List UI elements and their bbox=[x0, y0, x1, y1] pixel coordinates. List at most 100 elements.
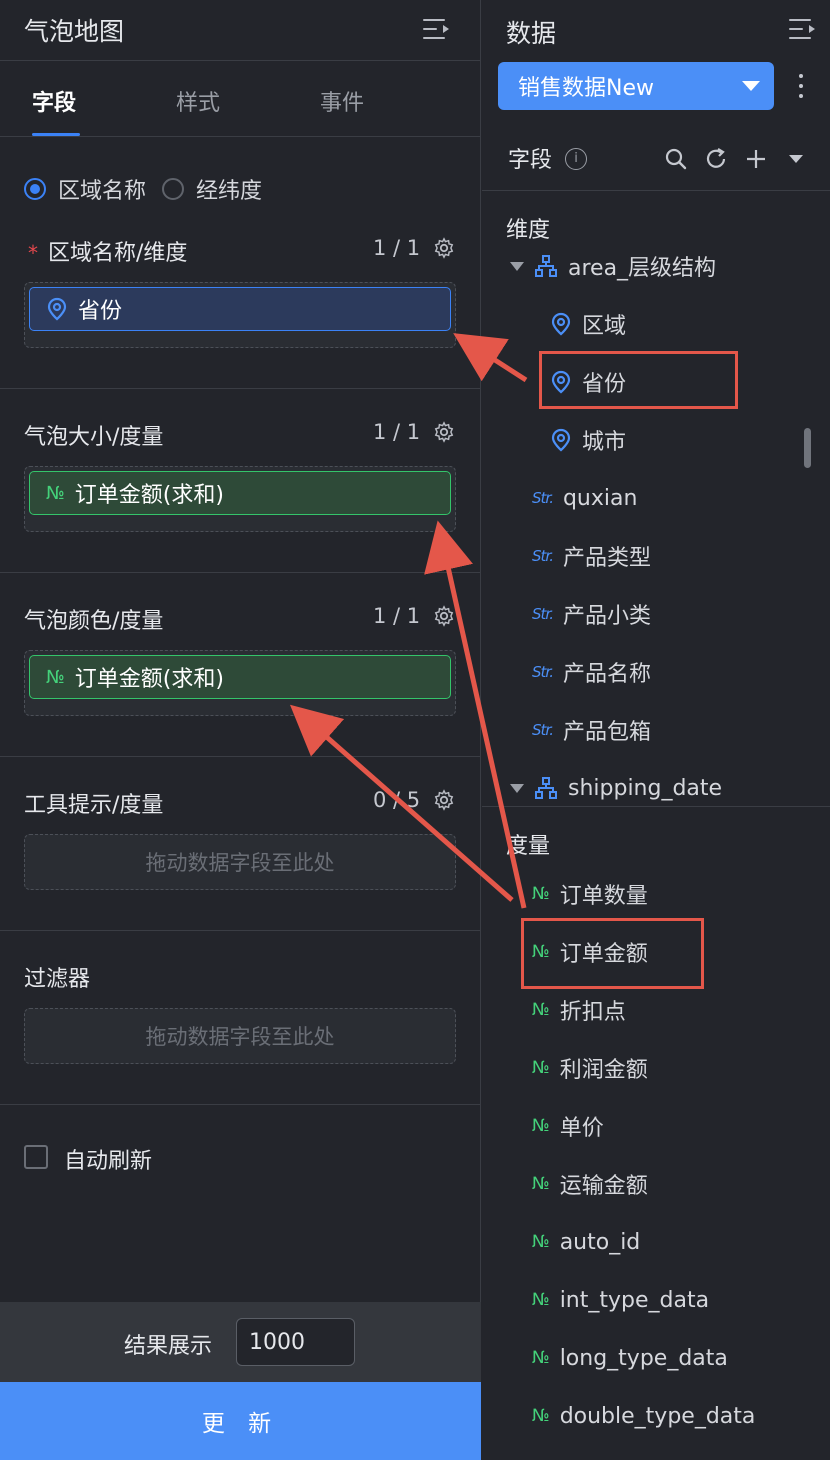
number-type-icon: № bbox=[532, 1348, 550, 1368]
section-bubble-size-label: 气泡大小/度量 bbox=[24, 425, 164, 450]
tree-item-long-type-data[interactable]: № long_type_data bbox=[532, 1338, 728, 1378]
tooltip-dropzone[interactable]: 拖动数据字段至此处 bbox=[24, 834, 456, 890]
auto-refresh-checkbox[interactable] bbox=[24, 1145, 48, 1169]
gear-icon[interactable] bbox=[433, 789, 455, 811]
required-mark: * bbox=[28, 241, 38, 265]
field-pill-label: 订单金额(求和) bbox=[74, 483, 224, 508]
radio-region-name-label: 区域名称 bbox=[58, 179, 147, 204]
tree-item-label: 产品类型 bbox=[562, 546, 651, 571]
gear-icon[interactable] bbox=[433, 237, 455, 259]
number-type-icon: № bbox=[532, 1000, 550, 1020]
tab-bar: 字段 样式 事件 bbox=[0, 60, 481, 137]
tree-item-double-type-data[interactable]: № double_type_data bbox=[532, 1396, 755, 1436]
scrollbar[interactable] bbox=[804, 428, 811, 468]
number-type-icon: № bbox=[532, 1232, 550, 1252]
tree-item-product-subclass[interactable]: Str. 产品小类 bbox=[532, 594, 651, 634]
location-pin-icon bbox=[551, 312, 571, 336]
tree-item-product-box[interactable]: Str. 产品包箱 bbox=[532, 710, 651, 750]
tree-item-shipping-date[interactable]: shipping_date bbox=[510, 768, 722, 808]
string-type-icon: Str. bbox=[532, 721, 554, 739]
tree-item-product-name[interactable]: Str. 产品名称 bbox=[532, 652, 651, 692]
tree-item-label: 产品名称 bbox=[562, 662, 651, 687]
tree-item-city[interactable]: 城市 bbox=[550, 420, 626, 460]
bubble-color-dropzone[interactable]: № 订单金额(求和) bbox=[24, 650, 456, 716]
update-button[interactable]: 更 新 bbox=[0, 1382, 481, 1460]
chevron-down-icon bbox=[742, 81, 760, 91]
tree-item-profit[interactable]: № 利润金额 bbox=[532, 1048, 648, 1088]
divider bbox=[0, 388, 481, 389]
gear-icon[interactable] bbox=[433, 605, 455, 627]
highlight-box-order-amount bbox=[521, 918, 704, 989]
radio-lat-lng[interactable] bbox=[162, 178, 185, 200]
tree-item-quxian[interactable]: Str. quxian bbox=[532, 478, 637, 518]
section-region-count: 1 / 1 bbox=[373, 236, 421, 260]
bubble-size-dropzone[interactable]: № 订单金额(求和) bbox=[24, 466, 456, 532]
number-type-icon: № bbox=[532, 1174, 550, 1194]
string-type-icon: Str. bbox=[532, 489, 554, 507]
tree-item-order-count[interactable]: № 订单数量 bbox=[532, 874, 648, 914]
radio-region-name[interactable] bbox=[24, 178, 46, 200]
location-pin-icon bbox=[47, 297, 67, 321]
region-dropzone[interactable]: 省份 bbox=[24, 282, 456, 348]
tree-item-shipping-amount[interactable]: № 运输金额 bbox=[532, 1164, 648, 1204]
tree-item-label: quxian bbox=[562, 485, 638, 511]
more-options-icon[interactable] bbox=[798, 72, 804, 100]
tree-item-product-type[interactable]: Str. 产品类型 bbox=[532, 536, 651, 576]
divider bbox=[0, 1104, 481, 1105]
tree-item-label: 订单数量 bbox=[559, 884, 648, 909]
refresh-icon[interactable] bbox=[703, 146, 729, 172]
location-type-radio-group: 区域名称 经纬度 bbox=[24, 174, 278, 204]
collapse-panel-icon[interactable] bbox=[423, 17, 451, 43]
tree-item-region[interactable]: 区域 bbox=[550, 304, 626, 344]
tree-item-int-type-data[interactable]: № int_type_data bbox=[532, 1280, 709, 1320]
data-panel-title: 数据 bbox=[506, 19, 557, 48]
tree-item-label: 运输金额 bbox=[559, 1174, 648, 1199]
string-type-icon: Str. bbox=[532, 605, 554, 623]
dimension-group-title: 维度 bbox=[506, 218, 551, 243]
active-tab-indicator bbox=[32, 133, 80, 136]
section-tooltip-label: 工具提示/度量 bbox=[24, 793, 164, 818]
tab-fields[interactable]: 字段 bbox=[32, 85, 76, 117]
tree-item-label: 城市 bbox=[582, 430, 627, 455]
add-icon[interactable] bbox=[743, 146, 769, 172]
tab-events[interactable]: 事件 bbox=[320, 85, 364, 117]
tree-item-label: 产品小类 bbox=[562, 604, 651, 629]
number-type-icon: № bbox=[532, 1290, 550, 1310]
config-panel: 气泡地图 字段 样式 事件 区域名称 经纬度 * 区域名称/维度 1 / 1 省份… bbox=[0, 0, 481, 1460]
number-icon: № bbox=[46, 482, 65, 504]
info-icon[interactable]: i bbox=[565, 148, 587, 170]
number-type-icon: № bbox=[532, 1116, 550, 1136]
divider bbox=[0, 930, 481, 931]
tab-style[interactable]: 样式 bbox=[176, 85, 220, 117]
tree-item-label: area_层级结构 bbox=[568, 256, 717, 281]
tree-item-auto-id[interactable]: № auto_id bbox=[532, 1222, 640, 1262]
tree-item-label: long_type_data bbox=[559, 1345, 728, 1371]
field-pill-label: 订单金额(求和) bbox=[74, 667, 224, 692]
collapse-panel-icon[interactable] bbox=[789, 17, 817, 43]
number-type-icon: № bbox=[532, 884, 550, 904]
location-pin-icon bbox=[551, 428, 571, 452]
radio-lat-lng-label: 经纬度 bbox=[196, 179, 263, 204]
field-pill-order-amount[interactable]: № 订单金额(求和) bbox=[29, 471, 451, 515]
caret-down-icon[interactable] bbox=[783, 146, 809, 172]
section-filter-label: 过滤器 bbox=[24, 967, 91, 992]
result-count-input[interactable] bbox=[236, 1318, 355, 1366]
field-pill-order-amount[interactable]: № 订单金额(求和) bbox=[29, 655, 451, 699]
hierarchy-icon bbox=[535, 777, 557, 799]
filter-dropzone[interactable]: 拖动数据字段至此处 bbox=[24, 1008, 456, 1064]
tree-item-label: 单价 bbox=[559, 1116, 604, 1141]
tree-item-label: 利润金额 bbox=[559, 1058, 648, 1083]
tree-item-label: int_type_data bbox=[559, 1287, 710, 1313]
tree-item-area-hierarchy[interactable]: area_层级结构 bbox=[510, 246, 716, 286]
divider bbox=[482, 806, 830, 807]
dataset-select[interactable]: 销售数据New bbox=[498, 62, 774, 110]
tree-item-discount[interactable]: № 折扣点 bbox=[532, 990, 626, 1030]
field-pill-province[interactable]: 省份 bbox=[29, 287, 451, 331]
tree-item-unit-price[interactable]: № 单价 bbox=[532, 1106, 604, 1146]
tree-item-label: 区域 bbox=[582, 314, 627, 339]
gear-icon[interactable] bbox=[433, 421, 455, 443]
search-icon[interactable] bbox=[663, 146, 689, 172]
tree-item-label: shipping_date bbox=[568, 775, 723, 801]
hierarchy-icon bbox=[535, 255, 557, 277]
data-panel: 数据 销售数据New 字段 i 维度 area_层级结构 区域 省份 城市 St… bbox=[482, 0, 830, 1460]
